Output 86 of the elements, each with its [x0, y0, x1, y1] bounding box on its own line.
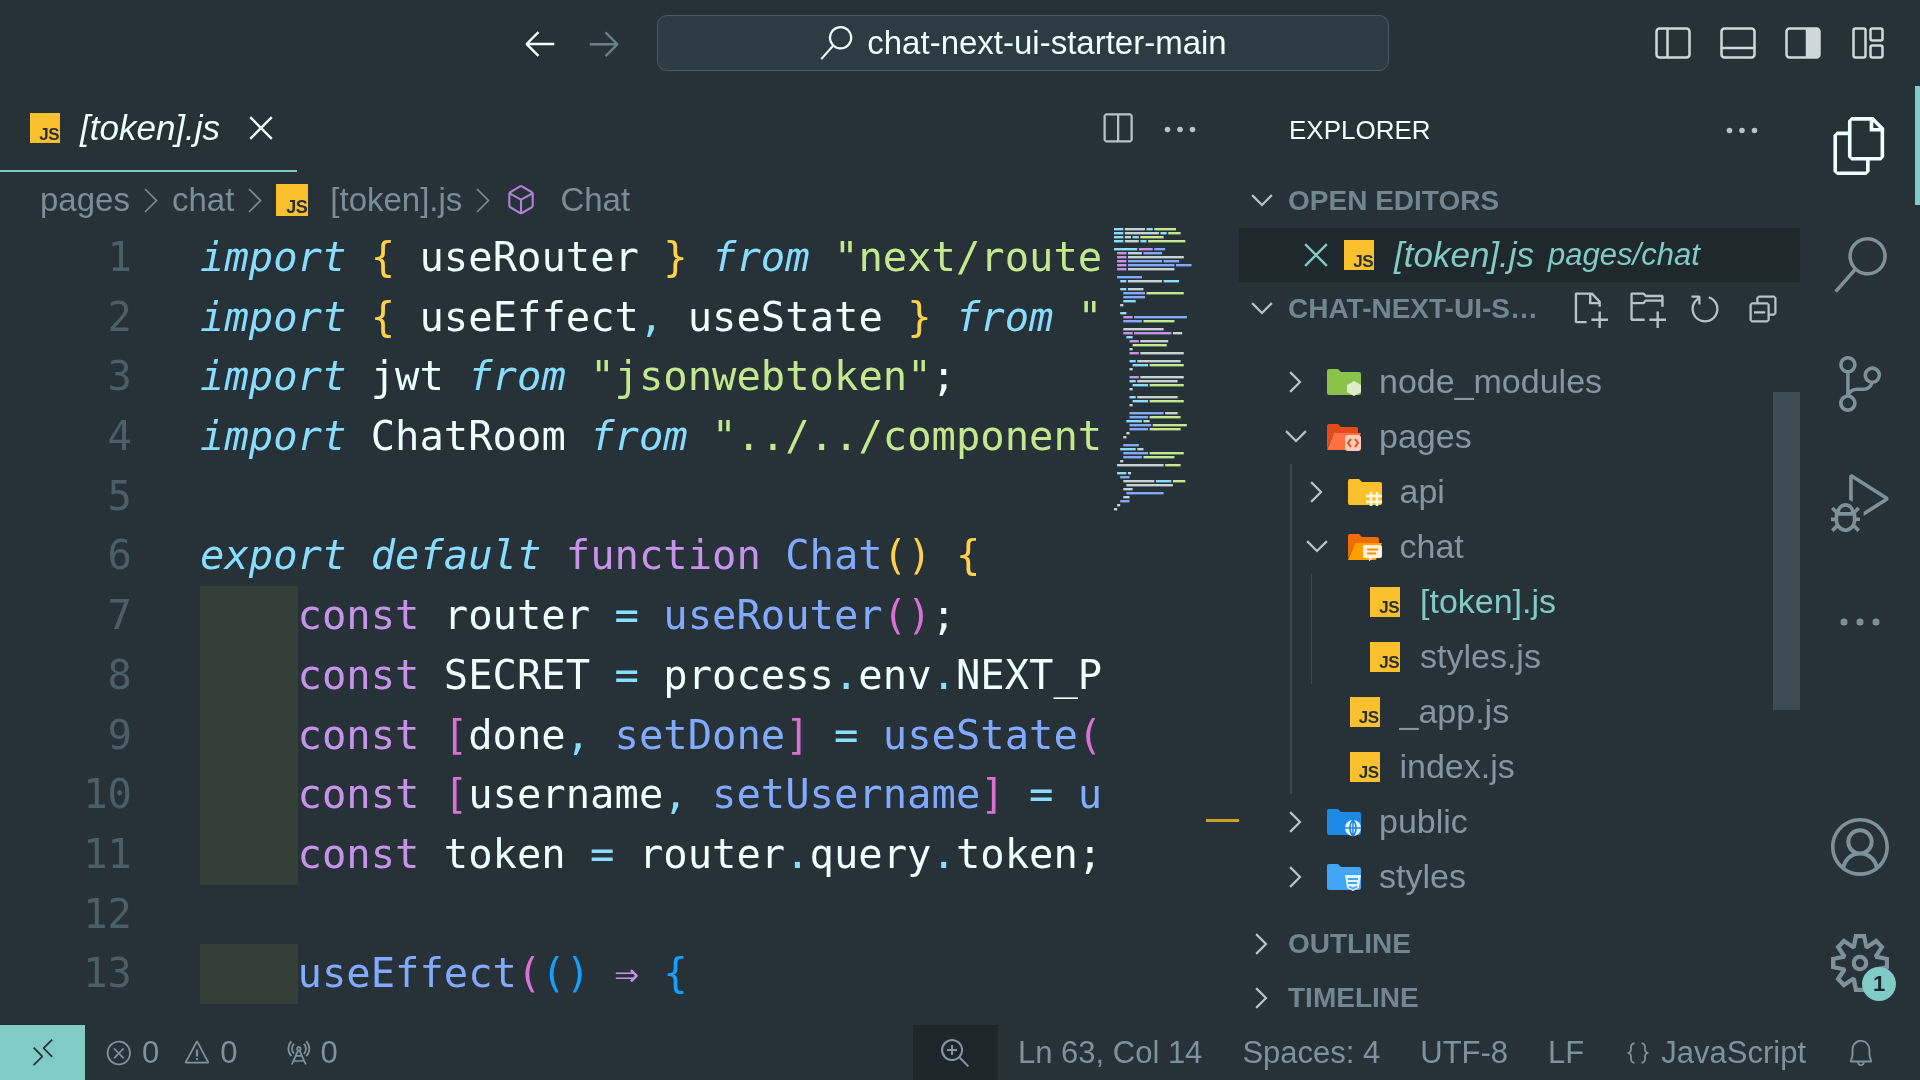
chevron-right-icon[interactable]: [1255, 987, 1269, 1009]
search-icon[interactable]: [1832, 236, 1888, 293]
more-icon[interactable]: [1726, 126, 1758, 134]
code-line: import jwt from "jsonwebtoken";: [200, 351, 956, 403]
folder-name[interactable]: styles: [1379, 857, 1466, 896]
hexagon-folder-icon: [1326, 366, 1362, 397]
folder-name[interactable]: public: [1379, 802, 1468, 841]
hash-folder-icon: [1346, 476, 1383, 507]
editor-tab[interactable]: JS [token].js: [0, 86, 297, 172]
chevron-down-icon[interactable]: [1285, 429, 1307, 444]
panel-bottom-icon[interactable]: [1719, 27, 1756, 59]
css-folder-icon: [1326, 861, 1362, 892]
js-file-icon: JS: [1344, 240, 1374, 270]
open-editor-item[interactable]: JS [token].js pages/chat: [1239, 228, 1800, 282]
ruler-marker: [1206, 819, 1239, 822]
code-line: const [username, setUsername] = u: [297, 769, 1103, 821]
status-item[interactable]: Spaces: 4: [1222, 1025, 1401, 1080]
breadcrumb-item[interactable]: chat: [171, 181, 235, 219]
zoom-button[interactable]: [912, 1025, 998, 1080]
layout-icon[interactable]: [1851, 27, 1884, 59]
new-folder-icon[interactable]: [1628, 290, 1666, 328]
warning-icon: [183, 1038, 212, 1067]
status-item[interactable]: LF: [1528, 1025, 1605, 1080]
file-name[interactable]: [token].js: [1420, 582, 1557, 621]
notification-badge: 1: [1862, 967, 1896, 1001]
ports-button[interactable]: 0: [257, 1025, 358, 1080]
chevron-right-icon[interactable]: [1309, 480, 1324, 503]
section-header[interactable]: CHAT-NEXT-UI-S…: [1250, 293, 1538, 325]
code-line: const router = useRouter();: [297, 590, 956, 642]
account-icon[interactable]: [1831, 818, 1889, 876]
chevron-right-icon[interactable]: [1289, 865, 1303, 888]
search-icon: [819, 26, 854, 60]
chevron-down-icon[interactable]: [1251, 302, 1273, 316]
code-line: export default function Chat() {: [200, 530, 981, 582]
more-icon[interactable]: [1164, 125, 1196, 133]
code-line: const token = router.query.token;: [297, 828, 1103, 880]
breadcrumb-item[interactable]: pages: [40, 181, 130, 219]
file-name[interactable]: _app.js: [1399, 692, 1510, 731]
sidebar-title: EXPLORER: [1289, 114, 1431, 146]
folder-name[interactable]: node_modules: [1379, 362, 1603, 401]
js-file-icon: JS: [1349, 696, 1380, 727]
code-folder-icon: [1326, 421, 1362, 452]
status-item[interactable]: Ln 63, Col 14: [997, 1025, 1223, 1080]
breadcrumb-item[interactable]: Chat: [504, 181, 631, 219]
panel-right-icon[interactable]: [1784, 27, 1821, 59]
chevron-right-icon[interactable]: [1255, 933, 1269, 955]
code-line: import { useRouter } from "next/route: [200, 232, 1103, 283]
chevron-down-icon[interactable]: [1305, 539, 1328, 554]
file-name[interactable]: styles.js: [1420, 637, 1541, 676]
search-bar[interactable]: chat-next-ui-starter-main: [657, 15, 1389, 71]
file-name[interactable]: index.js: [1399, 747, 1515, 786]
section-header[interactable]: TIMELINE: [1250, 982, 1419, 1014]
globe-folder-icon: [1326, 806, 1362, 837]
code-line: useEffect(() ⇒ {: [297, 948, 688, 1000]
section-header[interactable]: OUTLINE: [1250, 928, 1411, 960]
js-file-icon: JS: [276, 184, 309, 216]
chat-folder-icon: [1346, 531, 1383, 562]
more-icon[interactable]: [1840, 617, 1880, 626]
error-icon: [105, 1038, 133, 1067]
scrollbar-thumb[interactable]: [1773, 392, 1800, 710]
folder-name[interactable]: api: [1399, 472, 1445, 511]
code-line: const [done, setDone] = useState(: [297, 709, 1103, 761]
chevron-right-icon: [476, 187, 491, 213]
js-file-icon: JS: [1349, 751, 1380, 782]
zoom-in-icon: [939, 1036, 972, 1069]
code-line: const SECRET = process.env.NEXT_P: [297, 649, 1103, 701]
chevron-right-icon: [248, 187, 263, 213]
chevron-right-icon[interactable]: [1289, 810, 1303, 833]
problems-button[interactable]: 0 0: [85, 1025, 258, 1080]
breadcrumb-item[interactable]: JS [token].js: [276, 181, 463, 219]
chevron-right-icon: [143, 187, 158, 213]
js-file-icon: JS: [30, 113, 60, 143]
code-line: import ChatRoom from "../../component: [200, 411, 1103, 463]
js-file-icon: JS: [1370, 641, 1400, 672]
close-icon[interactable]: [1304, 243, 1328, 267]
panel-left-icon[interactable]: [1654, 27, 1691, 59]
chevron-down-icon[interactable]: [1251, 194, 1273, 208]
run-debug-icon[interactable]: [1831, 473, 1889, 532]
section-header[interactable]: OPEN EDITORS: [1250, 185, 1500, 217]
chevron-right-icon[interactable]: [1289, 370, 1303, 393]
language-mode-button[interactable]: JavaScript: [1604, 1025, 1826, 1080]
status-item[interactable]: UTF-8: [1400, 1025, 1529, 1080]
js-file-icon: JS: [1370, 586, 1400, 617]
folder-name[interactable]: chat: [1399, 527, 1464, 566]
code-line: import { useEffect, useState } from ": [200, 291, 1103, 343]
folder-name[interactable]: pages: [1379, 417, 1472, 456]
